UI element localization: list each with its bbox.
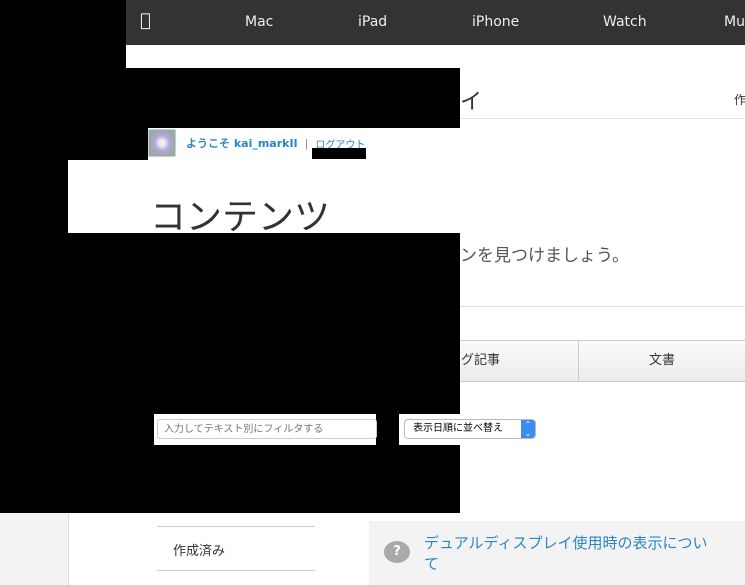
sort-select[interactable]: 表示日順に並べ替え ⌃ ⌄ xyxy=(404,419,536,439)
sidebar-item-created[interactable]: 作成済み xyxy=(173,540,225,559)
select-arrows-icon: ⌃ ⌄ xyxy=(521,420,535,438)
tab-documents-label: 文書 xyxy=(648,353,675,368)
header-right-fragment: 作 xyxy=(734,93,745,107)
global-nav:  Mac iPad iPhone Watch Mu xyxy=(126,0,745,45)
sidebar-divider xyxy=(157,526,315,527)
help-box: ? デュアルディスプレイ使用時の表示について xyxy=(369,521,745,585)
welcome-bar: ようこそ kai_markII | ログアウト xyxy=(148,128,365,158)
redaction xyxy=(0,233,460,513)
filter-wrap xyxy=(154,414,377,445)
welcome-text: ようこそ kai_markII xyxy=(186,137,298,150)
redaction xyxy=(0,68,460,128)
header-title-fragment: イ xyxy=(460,90,483,115)
redaction xyxy=(0,128,148,160)
redaction xyxy=(0,160,68,233)
logout-link[interactable]: ログアウト xyxy=(315,136,365,151)
nav-ipad[interactable]: iPad xyxy=(358,14,387,30)
divider xyxy=(460,306,745,307)
filter-input[interactable] xyxy=(157,419,377,439)
nav-music[interactable]: Mu xyxy=(724,14,745,30)
tab-blog[interactable]: ログ記事 xyxy=(448,341,579,381)
subtitle-fragment: ンを見つけましょう。 xyxy=(460,246,629,266)
itunes-avatar-icon xyxy=(148,129,176,157)
tab-documents[interactable]: 文書 xyxy=(579,341,745,381)
apple-logo-icon[interactable]:  xyxy=(140,10,151,31)
nav-iphone[interactable]: iPhone xyxy=(472,14,519,30)
question-bubble-icon: ? xyxy=(384,541,410,563)
nav-watch[interactable]: Watch xyxy=(603,14,647,30)
content-tabs: ログ記事 文書 xyxy=(448,340,745,382)
sort-selected-value: 表示日順に並べ替え xyxy=(413,423,503,434)
help-link[interactable]: デュアルディスプレイ使用時の表示について xyxy=(424,533,714,575)
nav-mac[interactable]: Mac xyxy=(245,14,273,30)
separator: | xyxy=(304,136,309,150)
header-divider xyxy=(460,118,745,119)
sidebar-divider xyxy=(157,570,315,571)
